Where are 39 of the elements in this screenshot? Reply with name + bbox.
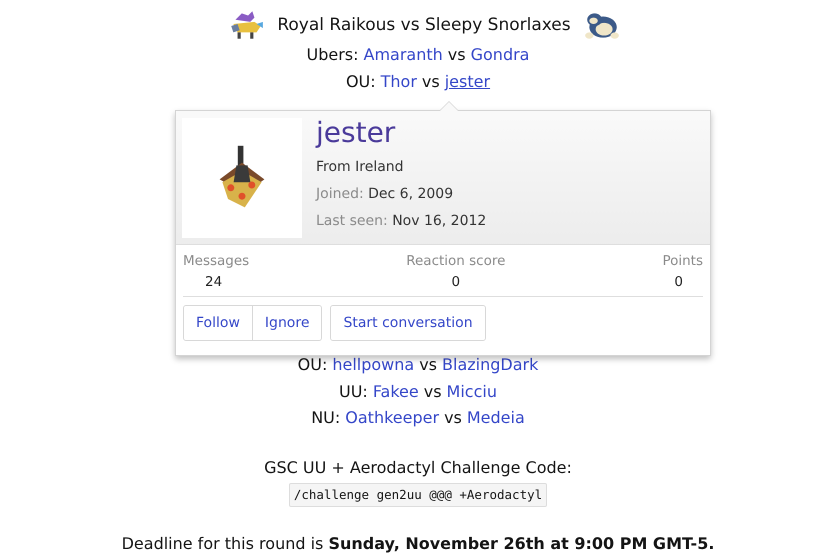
stat-label: Messages (183, 253, 250, 269)
deadline-text: Deadline for this round is Sunday, November 26th at 9:00 PM GMT-5. (122, 533, 714, 555)
tier-label: OU: (298, 354, 328, 376)
versus-text: vs (424, 380, 442, 403)
location-text: From Ireland (316, 158, 405, 177)
player-link[interactable]: Thor (380, 68, 417, 96)
last-seen-date: Nov 16, 2012 (392, 213, 486, 229)
player-link[interactable]: Gondra (470, 42, 530, 69)
tier-label: UU: (339, 380, 368, 403)
card-button[interactable]: Ignore (252, 305, 322, 341)
tier-label: OU: (346, 70, 376, 93)
versus-text: vs (444, 407, 462, 430)
stat-value: 0 (674, 274, 683, 290)
player-link[interactable]: Fakee (372, 378, 419, 406)
username-link[interactable]: jester (316, 118, 486, 148)
stat-value: 24 (205, 274, 222, 290)
team-matchup-title: Royal Raikous vs Sleepy Snorlaxes (277, 15, 571, 35)
stat-label: Points (662, 253, 703, 269)
tier-label: Ubers: (306, 44, 359, 66)
joined-label: Joined: (316, 186, 364, 202)
challenge-code: /challenge gen2uu @@@ +Aerodactyl (288, 482, 548, 507)
player-link[interactable]: Oathkeeper (345, 405, 440, 432)
versus-text: vs (448, 44, 466, 66)
player-link[interactable]: Medeia (466, 405, 525, 432)
player-link[interactable]: Amaranth (364, 42, 443, 69)
last-seen-label: Last seen: (316, 213, 388, 229)
player-link[interactable]: jester (444, 68, 490, 96)
versus-text: vs (422, 70, 440, 93)
versus-text: vs (419, 354, 438, 376)
player-link[interactable]: BlazingDark (442, 352, 538, 379)
tier-label: NU: (311, 407, 340, 430)
card-button[interactable]: Follow (183, 305, 253, 341)
stat-value: 0 (452, 274, 460, 290)
stat-label: Reaction score (406, 253, 506, 269)
player-link[interactable]: hellpowna (332, 352, 414, 379)
player-link[interactable]: Micciu (446, 378, 497, 406)
card-button[interactable]: Start conversation (330, 305, 486, 341)
joined-date: Dec 6, 2009 (368, 186, 454, 202)
challenge-label: GSC UU + Aerodactyl Challenge Code: (264, 456, 572, 479)
